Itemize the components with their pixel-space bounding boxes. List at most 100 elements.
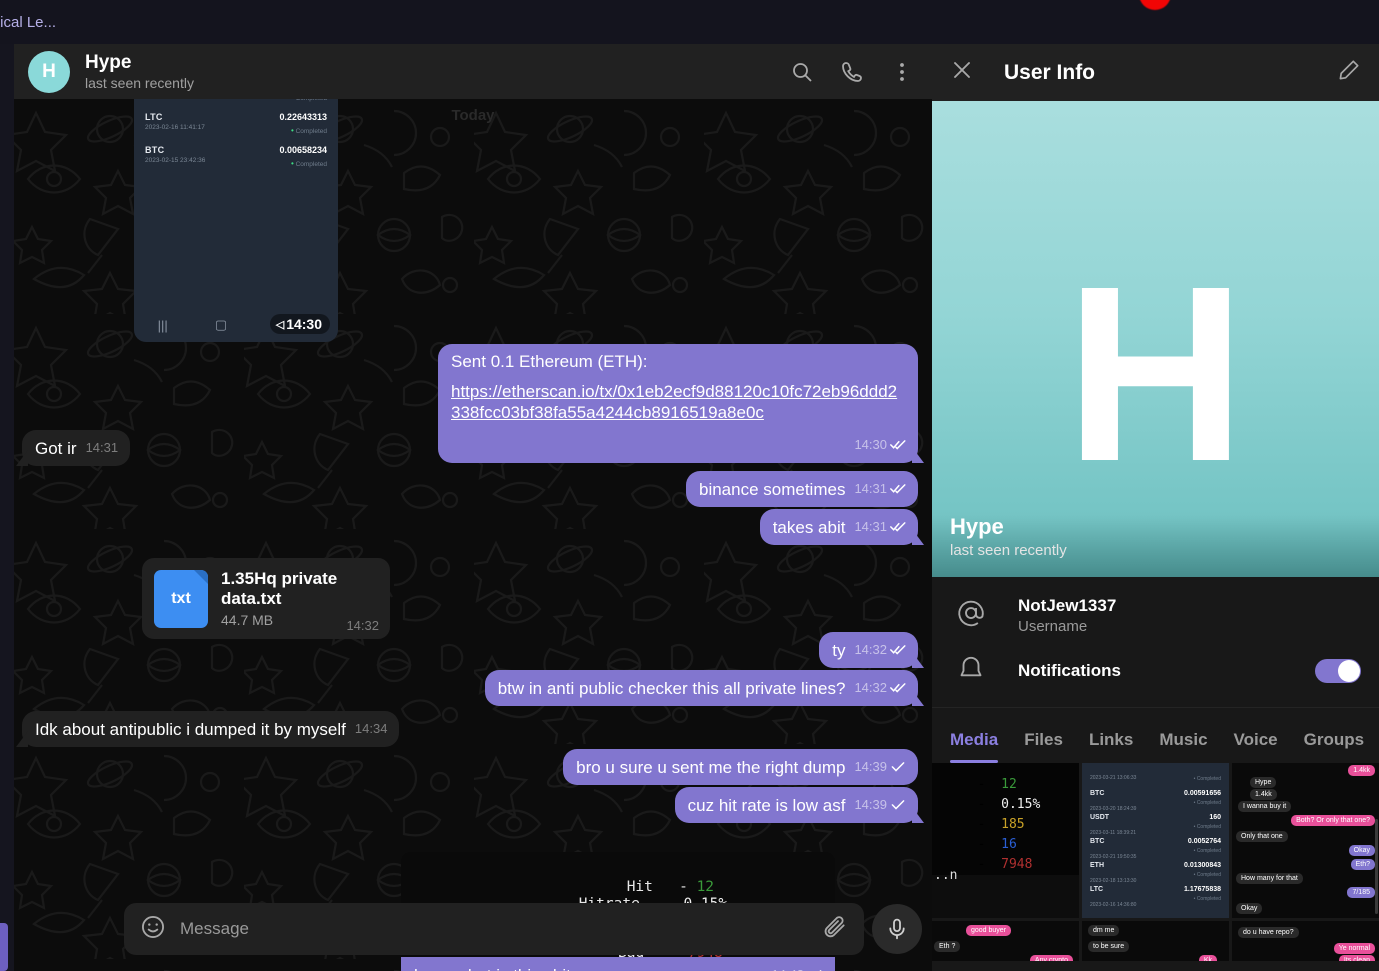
message-link[interactable]: https://etherscan.io/tx/0x1eb2ecf9d88120… [451,381,906,423]
txt-file-icon: txt [154,569,208,628]
message-composer [14,901,932,957]
header-actions [790,60,914,84]
notifications-toggle[interactable] [1315,659,1361,683]
message-list[interactable]: Today 2023-02-16 14:55:00 • Completed MA… [14,99,932,971]
message-bubble[interactable]: binance sometimes 14:31 [685,471,918,507]
mini-bubble: Okay [1348,845,1375,856]
top-strip: tical Le... [0,0,1379,44]
tab-voice[interactable]: Voice [1234,730,1278,763]
paperclip-icon[interactable] [822,914,848,945]
close-icon[interactable] [950,58,974,87]
mini-bubble: How many for that [1236,873,1303,884]
double-check-icon [890,683,906,693]
left-accent-bar [0,923,8,971]
table-row: MATIC 2023-02-16 13:06:01 1.485256 • Com… [134,99,338,108]
search-icon[interactable] [790,60,814,84]
info-row-notifications[interactable]: Notifications [932,643,1379,699]
header-names[interactable]: Hype last seen recently [85,52,790,92]
message-time: 14:31 [854,519,887,534]
mini-bubble: Any crypto [1029,955,1073,961]
search-input message-input[interactable] [180,919,808,939]
message-text: cuz hit rate is low asf [687,796,846,815]
media-thumbnail[interactable]: Hype 1.4kk I wanna buy it Both? Or only … [1232,763,1379,918]
pencil-icon[interactable] [1337,58,1361,87]
mc-tx-row: BTC 2023-03-20 18:24:39 0.00591656 • Comple… [1090,790,1221,814]
mini-bubble: Okay [1236,903,1263,914]
mc-sep: - [977,837,986,852]
message-meta: 14:39 [854,794,906,816]
message-row: bro u sure u sent me the right dump 14:3… [14,749,918,785]
tx-status: • Completed [291,99,327,102]
mini-bubble: I wanna buy it [1238,801,1292,812]
left-edge-sliver [0,44,14,971]
message-bubble[interactable]: takes abit 14:31 [759,509,918,545]
microphone-icon[interactable] [872,904,922,954]
tx-amount: 0.22643313 [279,112,327,122]
avatar[interactable]: H [28,50,70,93]
media-thumbnail[interactable]: - 12 - 0.15% - 185 - 16 - 7948 ..n [932,763,1079,918]
mc-tx-status: • Completed [1193,800,1221,806]
media-thumbnail[interactable]: dm me to be sure Kk [1082,921,1229,961]
photo-message[interactable]: 2023-02-16 14:55:00 • Completed MATIC 20… [134,99,338,342]
message-text: Got ir [35,439,77,458]
mc-tx-amt: 160 [1209,814,1221,821]
message-bubble[interactable]: cuz hit rate is low asf 14:39 [674,787,918,823]
tab-music[interactable]: Music [1159,730,1207,763]
message-time: 14:31 [85,440,119,455]
message-scroll-area[interactable]: Today 2023-02-16 14:55:00 • Completed MA… [14,99,932,971]
top-strip-partial-text: tical Le... [0,14,57,31]
media-thumbnail[interactable]: good buyer Eth ? Any crypto [932,921,1079,961]
tab-links[interactable]: Links [1089,730,1133,763]
check-icon [891,762,905,772]
file-message[interactable]: txt 1.35Hq private data.txt 44.7 MB 14:3… [142,558,390,639]
message-time: 14:39 [854,759,887,774]
phone-icon[interactable] [840,60,864,84]
message-time: 14:32 [854,642,887,657]
info-panel-header: User Info [932,44,1379,101]
home-icon: ▢ [214,317,228,332]
composer-box[interactable] [124,903,864,955]
message-bubble[interactable]: Idk about antipublic i dumped it by myse… [22,711,400,747]
username-value: NotJew1337 [1018,595,1117,615]
profile-photo[interactable]: H Hype last seen recently [932,101,1379,577]
message-row: Got ir 14:31 [22,430,131,466]
mc-value: 185 [1001,817,1025,832]
mc-tx-row: LTC 2023-02-16 14:36:80 1.17675838 • Comple… [1090,886,1221,910]
message-bubble[interactable]: Sent 0.1 Ethereum (ETH): https://ethersc… [438,344,918,463]
mc-tx-row: BTC 2023-02-21 19:50:35 0.0052764 • Complet… [1090,838,1221,862]
message-bubble[interactable]: bro u sure u sent me the right dump 14:3… [563,749,918,785]
red-dot-indicator [1139,0,1171,10]
smiley-icon[interactable] [140,914,166,945]
info-row-text: NotJew1337 Username [1018,596,1361,635]
stats-label: Hit [626,879,653,896]
message-bubble[interactable]: ty 14:32 [819,632,918,668]
message-bubble[interactable]: btw in anti public checker this all priv… [484,670,918,706]
mc-tx-status: • Completed [1193,896,1221,902]
stats-sep: - [679,879,688,896]
tab-files[interactable]: Files [1024,730,1063,763]
media-thumbnail[interactable]: 2023-03-21 13:06:33 • Completed BTC 2023-0… [1082,763,1229,918]
tx-status: • Completed [290,159,327,168]
tab-media[interactable]: Media [950,730,999,763]
message-meta: 14:30 [854,434,906,456]
telegram-window: tical Le... H Hype last seen recently To… [0,0,1379,971]
table-row: LTC 2023-02-16 11:41:17 0.22643313 • Com… [134,108,338,141]
media-thumbnail[interactable]: do u have repo? Ye normal Its clean [1232,921,1379,961]
photo-time-label: 14:30 [286,316,322,332]
more-vertical-icon[interactable] [890,60,914,84]
message-bubble[interactable]: lmao what is this shit 14:43 [401,957,835,971]
stats-value: 12 [696,879,715,896]
message-time: 14:43 [771,964,804,971]
info-row-text: Notifications [1018,661,1283,681]
tab-groups[interactable]: Groups [1304,730,1364,763]
info-row-username[interactable]: NotJew1337 Username [932,587,1379,643]
message-text: Sent 0.1 Ethereum (ETH): [451,352,648,371]
message-time: 14:30 [854,437,887,452]
double-check-icon [890,522,906,532]
message-bubble[interactable]: Got ir 14:31 [22,430,131,466]
panel-scrollbar[interactable] [1375,819,1378,914]
username-label: Username [1018,617,1088,635]
mc-tx-row: ETH 2023-02-18 13:13:30 0.01300843 • Comple… [1090,862,1221,886]
mc-tx-amt: 0.01300843 [1184,862,1221,869]
mc-row: - 16 [962,837,1017,852]
